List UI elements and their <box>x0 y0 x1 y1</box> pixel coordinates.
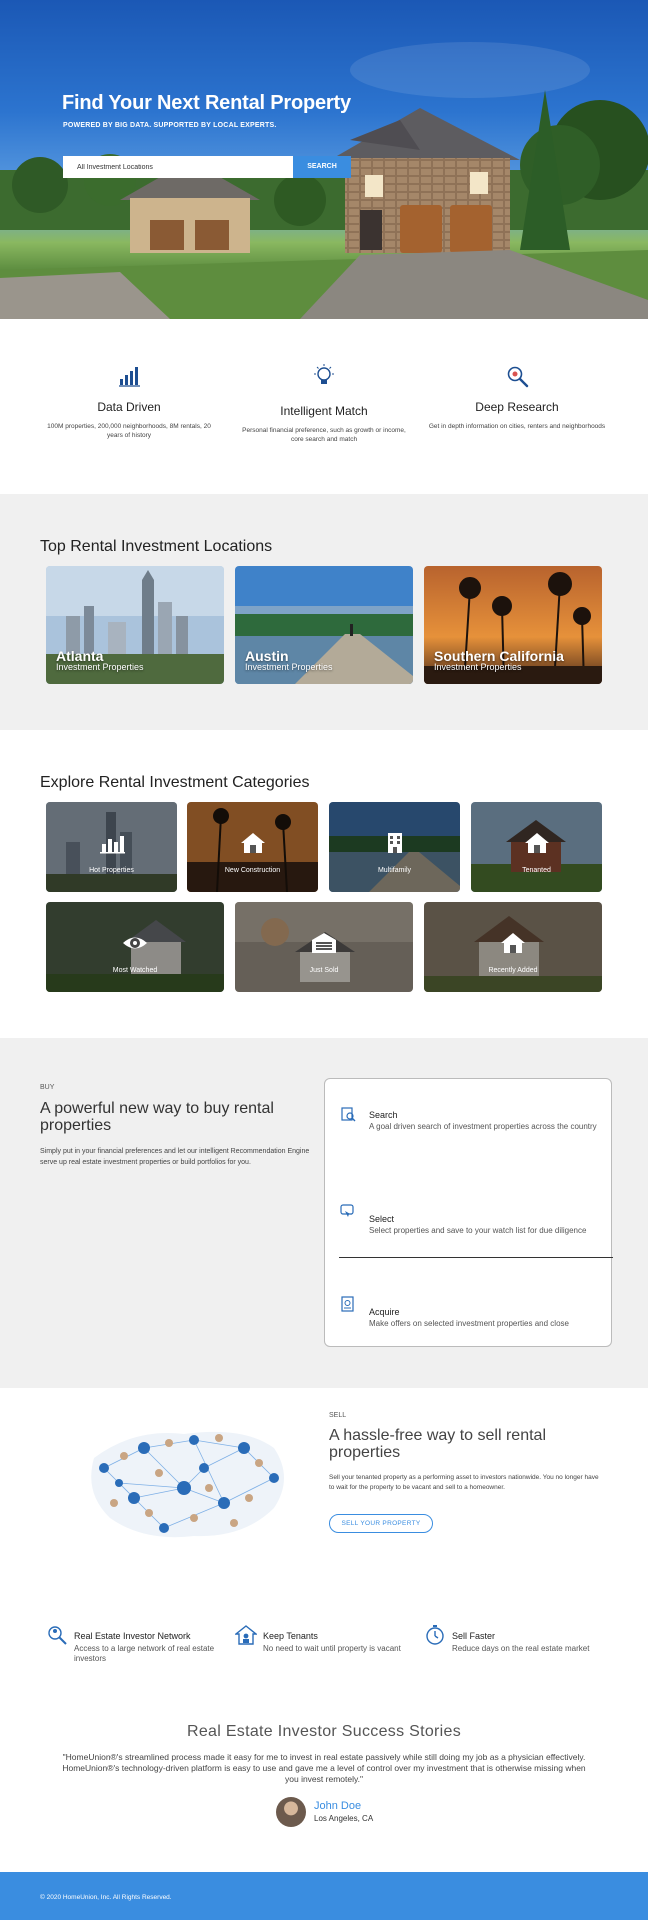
search-button[interactable]: SEARCH <box>293 156 351 178</box>
category-label: Hot Properties <box>89 867 134 874</box>
house-icon <box>524 833 549 853</box>
sell-your-property-button[interactable]: SELL YOUR PROPERTY <box>329 1514 433 1533</box>
step-title: Search <box>369 1110 398 1120</box>
buy-steps-card: Search A goal driven search of investmen… <box>324 1078 613 1347</box>
buy-title: A powerful new way to buy rental propert… <box>40 1100 274 1134</box>
building-icon <box>387 833 402 853</box>
location-card-atlanta[interactable]: Atlanta Investment Properties <box>46 566 224 684</box>
buy-description: Simply put in your financial preferences… <box>40 1148 310 1167</box>
garage-icon <box>312 933 336 953</box>
feature-deep-research: Deep Research Get in depth information o… <box>422 363 612 431</box>
category-label: Tenanted <box>522 867 551 874</box>
feature-data-driven: Data Driven 100M properties, 200,000 nei… <box>34 363 224 441</box>
bar-chart-icon <box>119 367 140 387</box>
benefit-title: Sell Faster <box>452 1631 496 1641</box>
feature-title: Data Driven <box>97 400 161 414</box>
category-hot-properties[interactable]: Hot Properties <box>46 802 177 892</box>
sell-kicker: SELL <box>329 1412 347 1419</box>
feature-title: Intelligent Match <box>280 404 368 418</box>
testimonial-name: John Doe <box>314 1800 362 1812</box>
hero-banner: Find Your Next Rental Property POWERED B… <box>0 0 648 319</box>
testimonial-location: Los Angeles, CA <box>314 1814 374 1823</box>
search-listing-icon <box>341 1107 356 1122</box>
house-person-icon <box>235 1625 257 1645</box>
category-just-sold[interactable]: Just Sold <box>235 902 413 992</box>
location-search-input[interactable] <box>63 156 293 178</box>
feature-desc: Personal financial preference, such as g… <box>242 427 406 444</box>
benefit-title: Keep Tenants <box>263 1631 318 1641</box>
step-desc: Make offers on selected investment prope… <box>369 1319 569 1328</box>
acquire-document-icon <box>341 1296 354 1312</box>
feature-title: Deep Research <box>475 400 559 414</box>
lightbulb-icon <box>314 364 334 384</box>
hero-title: Find Your Next Rental Property <box>62 92 351 114</box>
category-recently-added[interactable]: Recently Added <box>424 902 602 992</box>
category-most-watched[interactable]: Most Watched <box>46 902 224 992</box>
category-new-construction[interactable]: New Construction <box>187 802 318 892</box>
benefit-desc: No need to wait until property is vacant <box>263 1644 401 1653</box>
copyright-text: © 2020 HomeUnion, Inc. All Rights Reserv… <box>40 1894 172 1901</box>
footer: © 2020 HomeUnion, Inc. All Rights Reserv… <box>0 1872 648 1920</box>
step-desc: A goal driven search of investment prope… <box>369 1122 597 1131</box>
benefit-desc: Reduce days on the real estate market <box>452 1644 590 1653</box>
category-label: Recently Added <box>488 967 538 974</box>
location-card-austin[interactable]: Austin Investment Properties <box>235 566 413 684</box>
feature-desc: Get in depth information on cities, rent… <box>428 423 606 430</box>
hero-subtitle: POWERED BY BIG DATA. SUPPORTED BY LOCAL … <box>63 122 277 129</box>
buy-kicker: BUY <box>40 1084 55 1091</box>
house-icon <box>501 933 525 953</box>
testimonial-quote: "HomeUnion®'s streamlined process made i… <box>62 1752 586 1785</box>
category-label: Just Sold <box>309 967 339 974</box>
stopwatch-icon <box>426 1625 444 1645</box>
steps-divider <box>339 1257 613 1258</box>
house-icon <box>240 833 265 853</box>
category-multifamily[interactable]: Multifamily <box>329 802 460 892</box>
category-label: New Construction <box>224 867 281 874</box>
investor-network-map-illustration <box>91 1431 284 1538</box>
step-title: Acquire <box>369 1307 400 1317</box>
sell-description: Sell your tenanted property as a perform… <box>329 1474 599 1492</box>
card-subtitle: Investment Properties <box>245 662 333 672</box>
network-icon <box>48 1626 67 1645</box>
category-tenanted[interactable]: Tenanted <box>471 802 602 892</box>
location-card-southern-california[interactable]: Southern California Investment Propertie… <box>424 566 602 684</box>
select-hand-icon <box>340 1204 354 1217</box>
card-subtitle: Investment Properties <box>434 662 522 672</box>
benefit-title: Real Estate Investor Network <box>74 1631 191 1641</box>
avatar <box>276 1797 306 1827</box>
eye-icon <box>123 937 147 949</box>
categories-heading: Explore Rental Investment Categories <box>40 774 310 791</box>
step-title: Select <box>369 1214 395 1224</box>
feature-intelligent-match: Intelligent Match Personal financial pre… <box>229 363 419 445</box>
magnifier-icon <box>507 366 529 388</box>
category-label: Multifamily <box>377 867 412 874</box>
chart-icon <box>99 836 125 854</box>
benefit-desc: Access to a large network of real estate… <box>74 1644 215 1663</box>
card-subtitle: Investment Properties <box>56 662 144 672</box>
success-stories-heading: Real Estate Investor Success Stories <box>186 1723 462 1740</box>
top-locations-heading: Top Rental Investment Locations <box>40 538 273 555</box>
sell-title: A hassle-free way to sell rental propert… <box>329 1427 546 1461</box>
feature-desc: 100M properties, 200,000 neighborhoods, … <box>47 423 211 440</box>
category-label: Most Watched <box>112 967 158 974</box>
step-desc: Select properties and save to your watch… <box>369 1226 587 1235</box>
